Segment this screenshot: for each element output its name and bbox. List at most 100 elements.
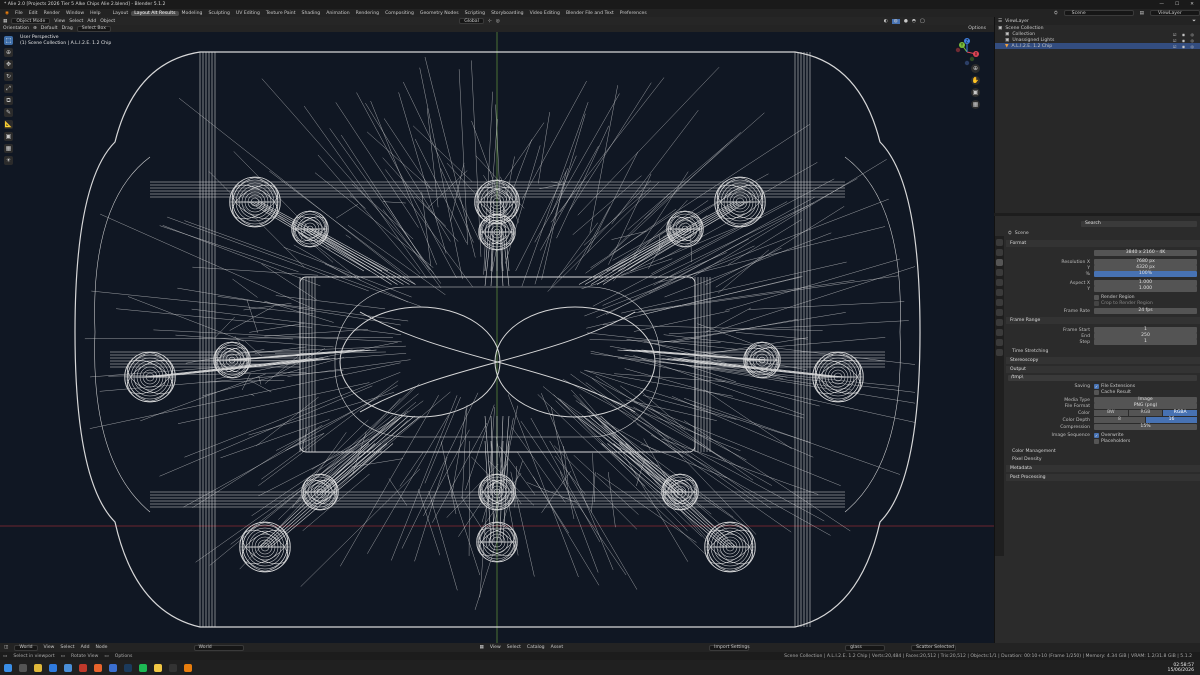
terminal-icon[interactable] <box>169 663 177 672</box>
annotate-tool-icon[interactable]: ✎ <box>4 108 13 117</box>
menu-help[interactable]: Help <box>87 11 103 16</box>
shading-material-icon[interactable]: ◓ <box>912 19 916 24</box>
tab-scripting[interactable]: Scripting <box>462 11 488 16</box>
steam-icon[interactable] <box>124 663 132 672</box>
tab-uv-editing[interactable]: UV Editing <box>233 11 263 16</box>
menu-add[interactable]: Add <box>87 19 96 24</box>
menu-select[interactable]: Select <box>69 19 83 24</box>
menu-select-assets[interactable]: Select <box>507 645 521 650</box>
data-tab-icon[interactable] <box>996 339 1003 346</box>
output-section-header[interactable]: Output <box>1006 366 1200 373</box>
metadata-section-header[interactable]: Metadata <box>1006 465 1200 472</box>
frame-step-field[interactable]: 1 <box>1094 339 1197 345</box>
system-clock[interactable]: 02:58:57 15/06/2026 <box>1168 663 1200 673</box>
outliner-row-chip[interactable]: ▼ A.L.I.2.E. 1.2 Chip ☑ ◉ ◎ <box>995 43 1200 49</box>
mail-icon[interactable] <box>64 663 72 672</box>
navigation-gizmo[interactable]: X Y Z <box>953 38 981 66</box>
tab-shading[interactable]: Shading <box>299 11 324 16</box>
world-selector[interactable]: World <box>193 644 244 651</box>
camera-tool-icon[interactable]: ▦ <box>4 144 13 153</box>
color-rgb[interactable]: RGB <box>1128 410 1163 416</box>
crop-region-checkbox[interactable] <box>1094 300 1099 306</box>
windows-start-icon[interactable] <box>4 663 12 672</box>
zoom-icon[interactable]: ⊕ <box>971 64 980 73</box>
tab-rendering[interactable]: Rendering <box>353 11 382 16</box>
search-icon[interactable] <box>19 663 27 672</box>
blender-logo-icon[interactable]: ◉ <box>2 11 12 16</box>
frame-range-section-header[interactable]: Frame Range <box>1006 317 1200 324</box>
shader-type-selector[interactable]: World <box>14 644 38 651</box>
tab-layout-alt-results[interactable]: Layout Alt Results <box>131 10 179 16</box>
firefox-icon[interactable] <box>94 663 102 672</box>
viewlayer-selector[interactable]: ViewLayer <box>1150 10 1200 16</box>
color-depth-toggle[interactable]: 8 16 <box>1094 417 1197 423</box>
overlays-icon[interactable]: ◐ <box>884 19 888 24</box>
menu-asset[interactable]: Asset <box>551 645 564 650</box>
compression-slider[interactable]: 15% <box>1094 424 1197 430</box>
browser-icon[interactable] <box>49 663 57 672</box>
scene-tab-icon[interactable] <box>996 279 1003 286</box>
color-rgba[interactable]: RGBA <box>1163 410 1198 416</box>
shading-solid-icon[interactable]: ● <box>904 19 908 24</box>
menu-edit[interactable]: Edit <box>26 11 41 16</box>
pan-hand-icon[interactable]: ✋ <box>971 76 980 85</box>
object-tab-icon[interactable] <box>996 299 1003 306</box>
tab-animation[interactable]: Animation <box>323 11 352 16</box>
file-extensions-checkbox[interactable]: ✓ <box>1094 383 1099 389</box>
format-preset[interactable]: 3840 x 2160 - 4K <box>1094 250 1197 256</box>
tab-modeling[interactable]: Modeling <box>179 11 206 16</box>
material-tab-icon[interactable] <box>996 349 1003 356</box>
editor-type-icon[interactable]: ▦ <box>3 19 7 24</box>
tab-layout[interactable]: Layout <box>110 11 132 16</box>
import-settings-selector[interactable]: Import Settings <box>709 644 750 651</box>
time-stretching-subpanel[interactable]: Time Stretching <box>1012 348 1048 354</box>
calendar-icon[interactable] <box>79 663 87 672</box>
menu-view[interactable]: View <box>44 645 55 650</box>
post-processing-section-header[interactable]: Post Processing <box>1006 474 1200 481</box>
properties-search[interactable]: Search <box>1081 221 1197 227</box>
world-tab-icon[interactable] <box>996 289 1003 296</box>
store-icon[interactable] <box>109 663 117 672</box>
asset-browser-icon[interactable]: ▦ <box>480 645 484 650</box>
move-tool-icon[interactable]: ✥ <box>4 60 13 69</box>
stereoscopy-section-header[interactable]: Stereoscopy <box>1006 357 1200 364</box>
aspect-y-field[interactable]: 1.000 <box>1094 286 1197 292</box>
filter-icon[interactable]: ⏷ <box>1192 18 1200 24</box>
tab-sculpting[interactable]: Sculpting <box>205 11 232 16</box>
proportional-icon[interactable]: ◎ <box>496 19 500 24</box>
resolution-percent-field[interactable]: 100% <box>1094 271 1197 277</box>
snap-icon[interactable]: ⊹ <box>488 19 492 24</box>
color-bw[interactable]: BW <box>1094 410 1128 416</box>
tab-storyboarding[interactable]: Storyboarding <box>488 11 527 16</box>
menu-view[interactable]: View <box>54 19 65 24</box>
overwrite-checkbox[interactable]: ✓ <box>1094 432 1099 438</box>
notes-icon[interactable] <box>154 663 162 672</box>
options-menu[interactable]: Options <box>968 26 986 31</box>
perspective-toggle-icon[interactable]: ▦ <box>971 100 980 109</box>
scene-selector[interactable]: Scene <box>1063 10 1134 16</box>
menu-file[interactable]: File <box>12 11 26 16</box>
menu-window[interactable]: Window <box>63 11 87 16</box>
orientation-value[interactable]: Default <box>41 26 58 31</box>
modifier-tab-icon[interactable] <box>996 309 1003 316</box>
scale-tool-icon[interactable]: ⤢ <box>4 84 13 93</box>
light-tool-icon[interactable]: ☀ <box>4 156 13 165</box>
render-tab-icon[interactable] <box>996 249 1003 256</box>
outliner-editor-icon[interactable]: ☰ <box>998 19 1002 24</box>
shading-rendered-icon[interactable]: ◯ <box>920 19 925 24</box>
file-format-selector[interactable]: PNG (png) <box>1094 403 1197 409</box>
file-explorer-icon[interactable] <box>34 663 42 672</box>
format-section-header[interactable]: Format <box>1006 240 1200 247</box>
view-layer-tab-icon[interactable] <box>996 269 1003 276</box>
outliner-search[interactable]: ViewLayer <box>1005 19 1029 24</box>
measure-tool-icon[interactable]: 📐 <box>4 120 13 129</box>
physics-tab-icon[interactable] <box>996 319 1003 326</box>
tab-geometry-nodes[interactable]: Geometry Nodes <box>417 11 462 16</box>
maximize-icon[interactable]: ☐ <box>1175 2 1179 7</box>
visibility-toggles[interactable]: ☑ ◉ ◎ <box>1173 44 1200 49</box>
pixel-density-subpanel[interactable]: Pixel Density <box>1012 456 1042 462</box>
output-path-field[interactable]: /tmp\ <box>1008 375 1197 381</box>
transform-orientation[interactable]: Global <box>459 18 484 24</box>
cursor-tool-icon[interactable]: ⊕ <box>4 48 13 57</box>
drag-selector[interactable]: Select Box <box>76 25 111 32</box>
